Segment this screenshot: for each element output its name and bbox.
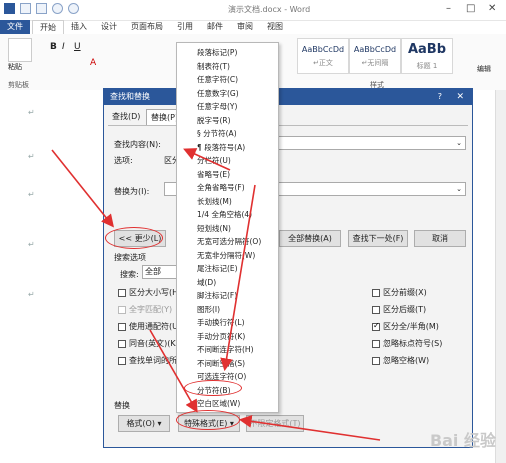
watermark: Bai 经验 — [429, 431, 496, 450]
arrow-to-special-button — [149, 329, 198, 413]
arrow-to-menu-top — [183, 148, 231, 171]
arrow-to-less-button — [51, 149, 114, 228]
arrow-to-special-button-2 — [238, 415, 381, 441]
annotation-arrows — [51, 148, 381, 441]
arrow-to-section-break — [220, 184, 256, 372]
